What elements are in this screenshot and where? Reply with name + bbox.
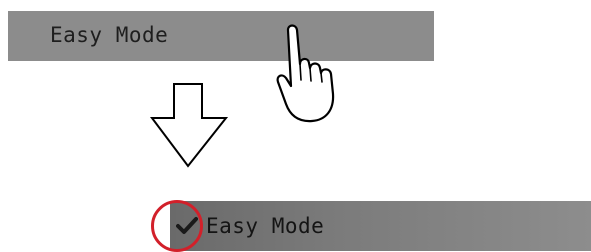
menu-item-easy-mode[interactable]: Easy Mode	[8, 11, 434, 61]
highlight-circle	[151, 200, 203, 252]
menu-item-label: Easy Mode	[50, 23, 169, 47]
down-arrow-icon	[150, 83, 229, 168]
menu-item-easy-mode-checked[interactable]: Easy Mode	[170, 201, 591, 251]
menu-item-label: Easy Mode	[206, 214, 325, 238]
hand-pointer-icon	[276, 24, 335, 123]
